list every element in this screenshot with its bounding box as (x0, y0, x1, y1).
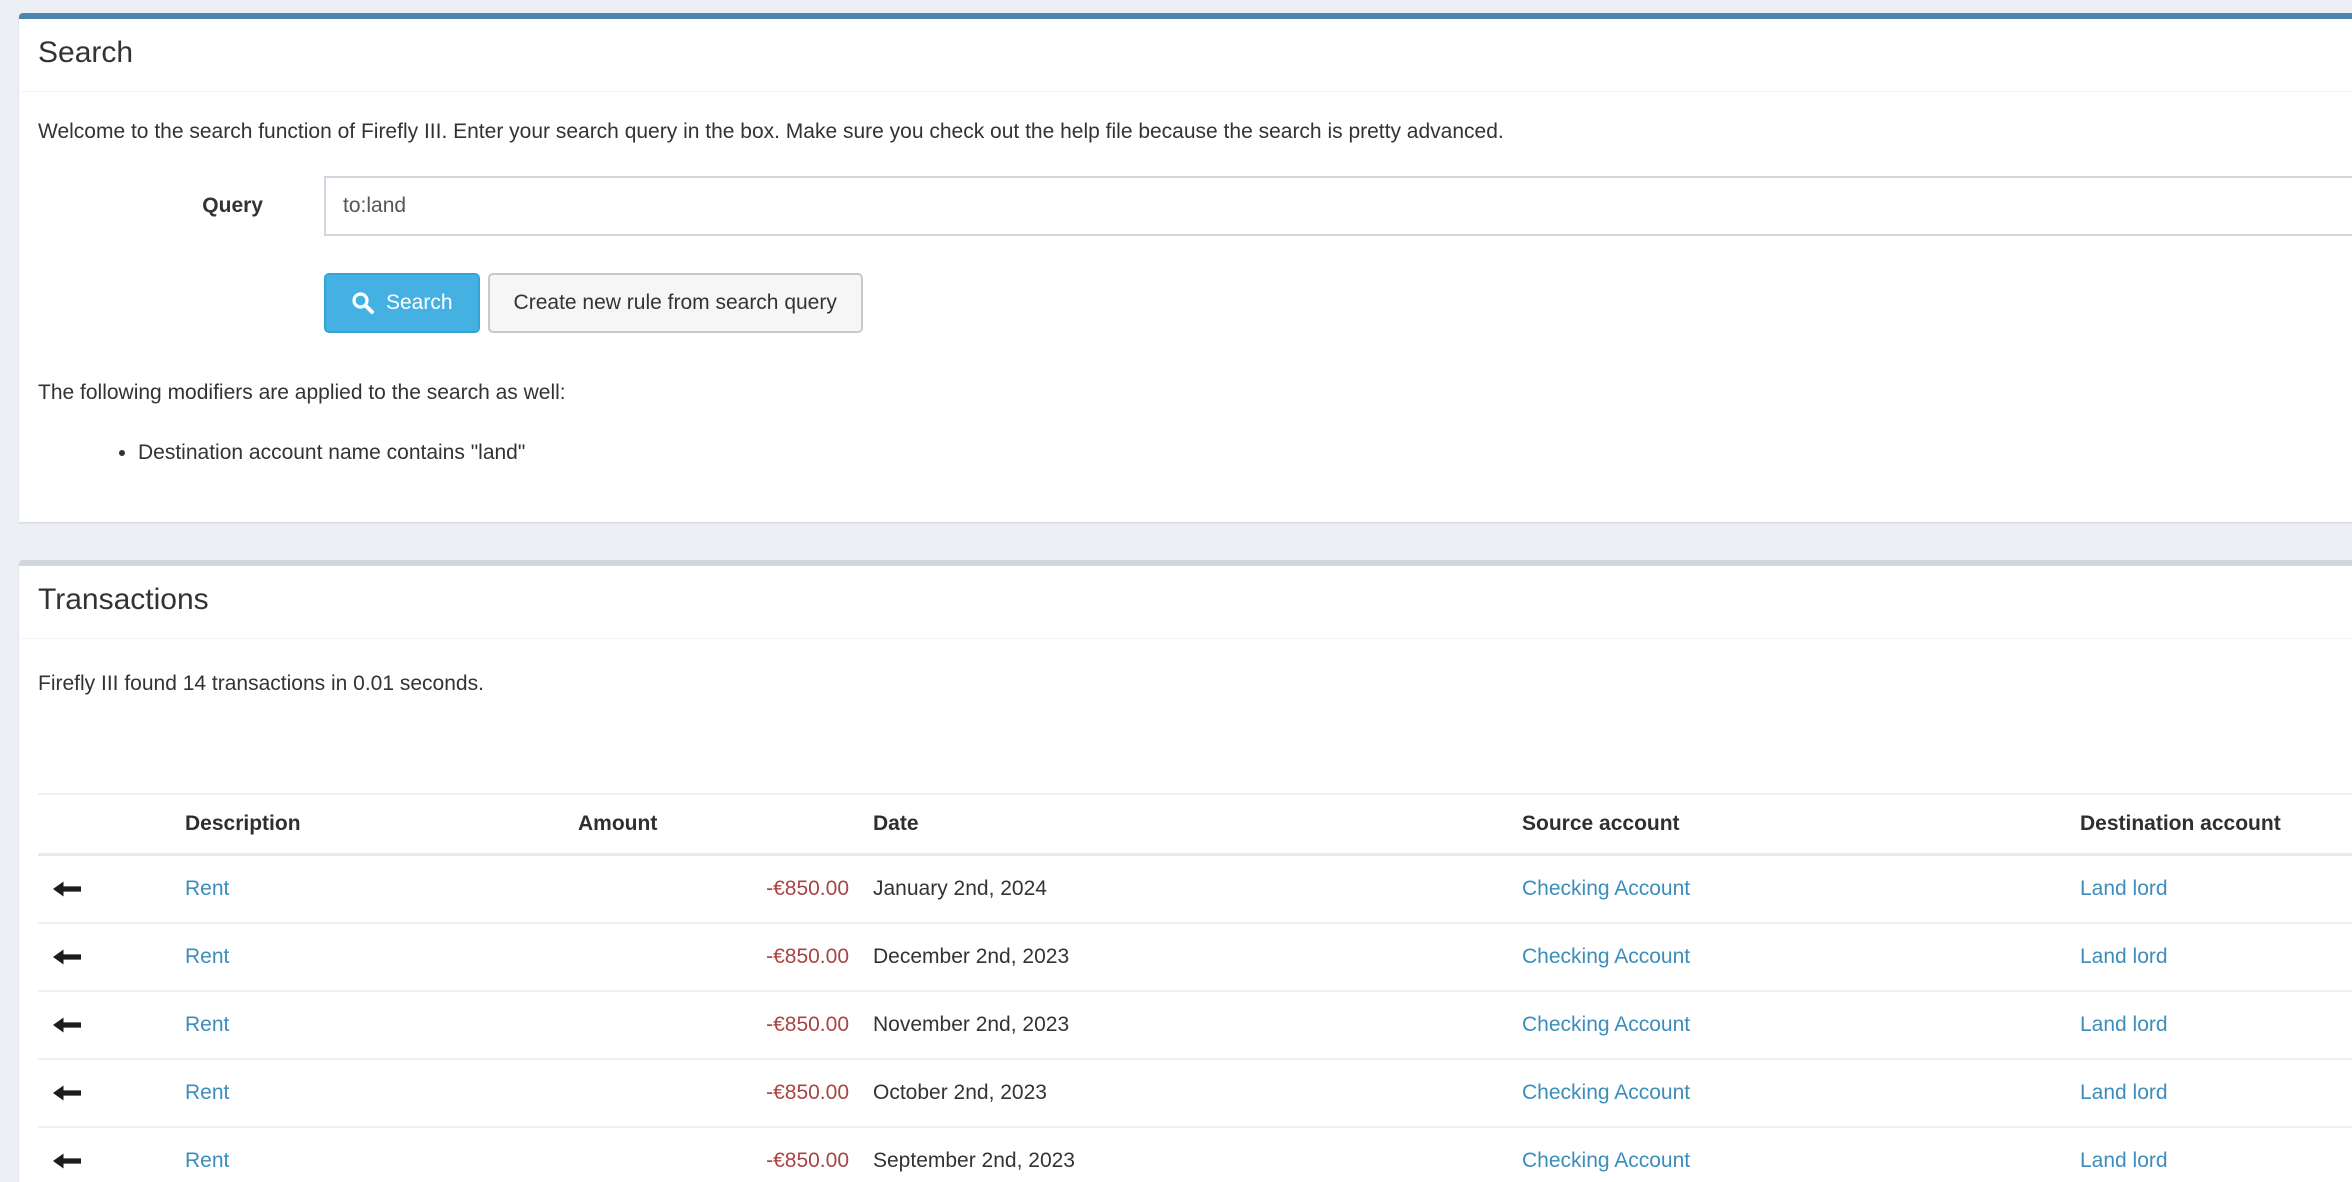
transaction-destination-cell: Land lord (2068, 923, 2352, 991)
column-header-source: Source account (1510, 794, 2068, 855)
transactions-panel: Transactions Firefly III found 14 transa… (19, 560, 2352, 1182)
transaction-row: Rent -€850.00 October 2nd, 2023 Checking… (38, 1059, 2352, 1127)
transaction-description-cell: Rent (173, 923, 566, 991)
transaction-source-link[interactable]: Checking Account (1522, 1081, 1690, 1104)
transactions-panel-body: Firefly III found 14 transactions in 0.0… (19, 639, 2352, 1182)
create-rule-button-label: Create new rule from search query (514, 292, 837, 313)
transaction-type-cell (38, 854, 173, 923)
transaction-source-link[interactable]: Checking Account (1522, 877, 1690, 900)
transaction-destination-cell: Land lord (2068, 991, 2352, 1059)
transaction-type-cell (38, 923, 173, 991)
search-panel-header: Search (19, 19, 2352, 92)
transactions-panel-title: Transactions (38, 583, 2352, 618)
column-header-description: Description (173, 794, 566, 855)
column-header-destination: Destination account (2068, 794, 2352, 855)
transaction-source-link[interactable]: Checking Account (1522, 1013, 1690, 1036)
transaction-source-cell: Checking Account (1510, 1127, 2068, 1182)
transaction-date-cell: November 2nd, 2023 (861, 991, 1510, 1059)
transaction-amount-cell: -€850.00 (566, 991, 861, 1059)
transaction-date-cell: October 2nd, 2023 (861, 1059, 1510, 1127)
transaction-description-link[interactable]: Rent (185, 877, 229, 900)
transaction-type-cell (38, 991, 173, 1059)
transaction-date-cell: December 2nd, 2023 (861, 923, 1510, 991)
modifiers-list: Destination account name contains "land" (38, 438, 2352, 468)
transaction-amount-cell: -€850.00 (566, 854, 861, 923)
transaction-date-cell: January 2nd, 2024 (861, 854, 1510, 923)
transaction-source-cell: Checking Account (1510, 923, 2068, 991)
transaction-source-cell: Checking Account (1510, 991, 2068, 1059)
column-header-date: Date (861, 794, 1510, 855)
create-rule-button[interactable]: Create new rule from search query (488, 273, 863, 333)
transaction-row: Rent -€850.00 November 2nd, 2023 Checkin… (38, 991, 2352, 1059)
withdrawal-arrow-left-icon (53, 1017, 161, 1033)
search-button-label: Search (386, 292, 453, 313)
withdrawal-arrow-left-icon (53, 1085, 161, 1101)
result-summary-text: Firefly III found 14 transactions in 0.0… (38, 669, 2352, 699)
magnifier-icon (351, 291, 375, 315)
transaction-amount-cell: -€850.00 (566, 1127, 861, 1182)
transaction-date-cell: September 2nd, 2023 (861, 1127, 1510, 1182)
transaction-row: Rent -€850.00 December 2nd, 2023 Checkin… (38, 923, 2352, 991)
transaction-description-link[interactable]: Rent (185, 1081, 229, 1104)
search-buttons-row: Search Create new rule from search query (324, 273, 2352, 333)
transaction-destination-link[interactable]: Land lord (2080, 1081, 2168, 1104)
search-panel-title: Search (38, 36, 2352, 71)
transaction-description-cell: Rent (173, 1059, 566, 1127)
modifier-item: Destination account name contains "land" (138, 438, 2352, 468)
transaction-description-link[interactable]: Rent (185, 1149, 229, 1172)
query-form-row: Query (38, 176, 2352, 236)
search-panel-body: Welcome to the search function of Firefl… (19, 92, 2352, 468)
column-header-icon (38, 794, 173, 855)
search-button[interactable]: Search (324, 273, 480, 333)
transaction-destination-link[interactable]: Land lord (2080, 1149, 2168, 1172)
transaction-row: Rent -€850.00 September 2nd, 2023 Checki… (38, 1127, 2352, 1182)
transaction-source-cell: Checking Account (1510, 1059, 2068, 1127)
transaction-description-cell: Rent (173, 1127, 566, 1182)
table-header-row: Description Amount Date Source account D… (38, 794, 2352, 855)
transaction-amount-cell: -€850.00 (566, 1059, 861, 1127)
withdrawal-arrow-left-icon (53, 949, 161, 965)
transaction-description-link[interactable]: Rent (185, 945, 229, 968)
transaction-source-link[interactable]: Checking Account (1522, 945, 1690, 968)
transactions-table: Description Amount Date Source account D… (38, 793, 2352, 1182)
search-query-input[interactable] (324, 176, 2352, 236)
transaction-destination-link[interactable]: Land lord (2080, 945, 2168, 968)
transaction-type-cell (38, 1059, 173, 1127)
search-panel: Search Welcome to the search function of… (19, 13, 2352, 522)
transaction-destination-cell: Land lord (2068, 854, 2352, 923)
withdrawal-arrow-left-icon (53, 881, 161, 897)
transaction-destination-link[interactable]: Land lord (2080, 877, 2168, 900)
withdrawal-arrow-left-icon (53, 1153, 161, 1169)
column-header-amount: Amount (566, 794, 861, 855)
transaction-amount-cell: -€850.00 (566, 923, 861, 991)
transaction-destination-cell: Land lord (2068, 1059, 2352, 1127)
transaction-source-cell: Checking Account (1510, 854, 2068, 923)
search-welcome-text: Welcome to the search function of Firefl… (38, 117, 2352, 147)
transaction-description-cell: Rent (173, 854, 566, 923)
transactions-panel-header: Transactions (19, 566, 2352, 639)
query-label: Query (38, 194, 324, 218)
transaction-description-cell: Rent (173, 991, 566, 1059)
transaction-description-link[interactable]: Rent (185, 1013, 229, 1036)
page-content: Search Welcome to the search function of… (0, 0, 2352, 1182)
transaction-row: Rent -€850.00 January 2nd, 2024 Checking… (38, 854, 2352, 923)
modifiers-intro-text: The following modifiers are applied to t… (38, 378, 2352, 408)
transaction-source-link[interactable]: Checking Account (1522, 1149, 1690, 1172)
transactions-table-body: Rent -€850.00 January 2nd, 2024 Checking… (38, 854, 2352, 1182)
transaction-destination-cell: Land lord (2068, 1127, 2352, 1182)
transaction-type-cell (38, 1127, 173, 1182)
transaction-destination-link[interactable]: Land lord (2080, 1013, 2168, 1036)
